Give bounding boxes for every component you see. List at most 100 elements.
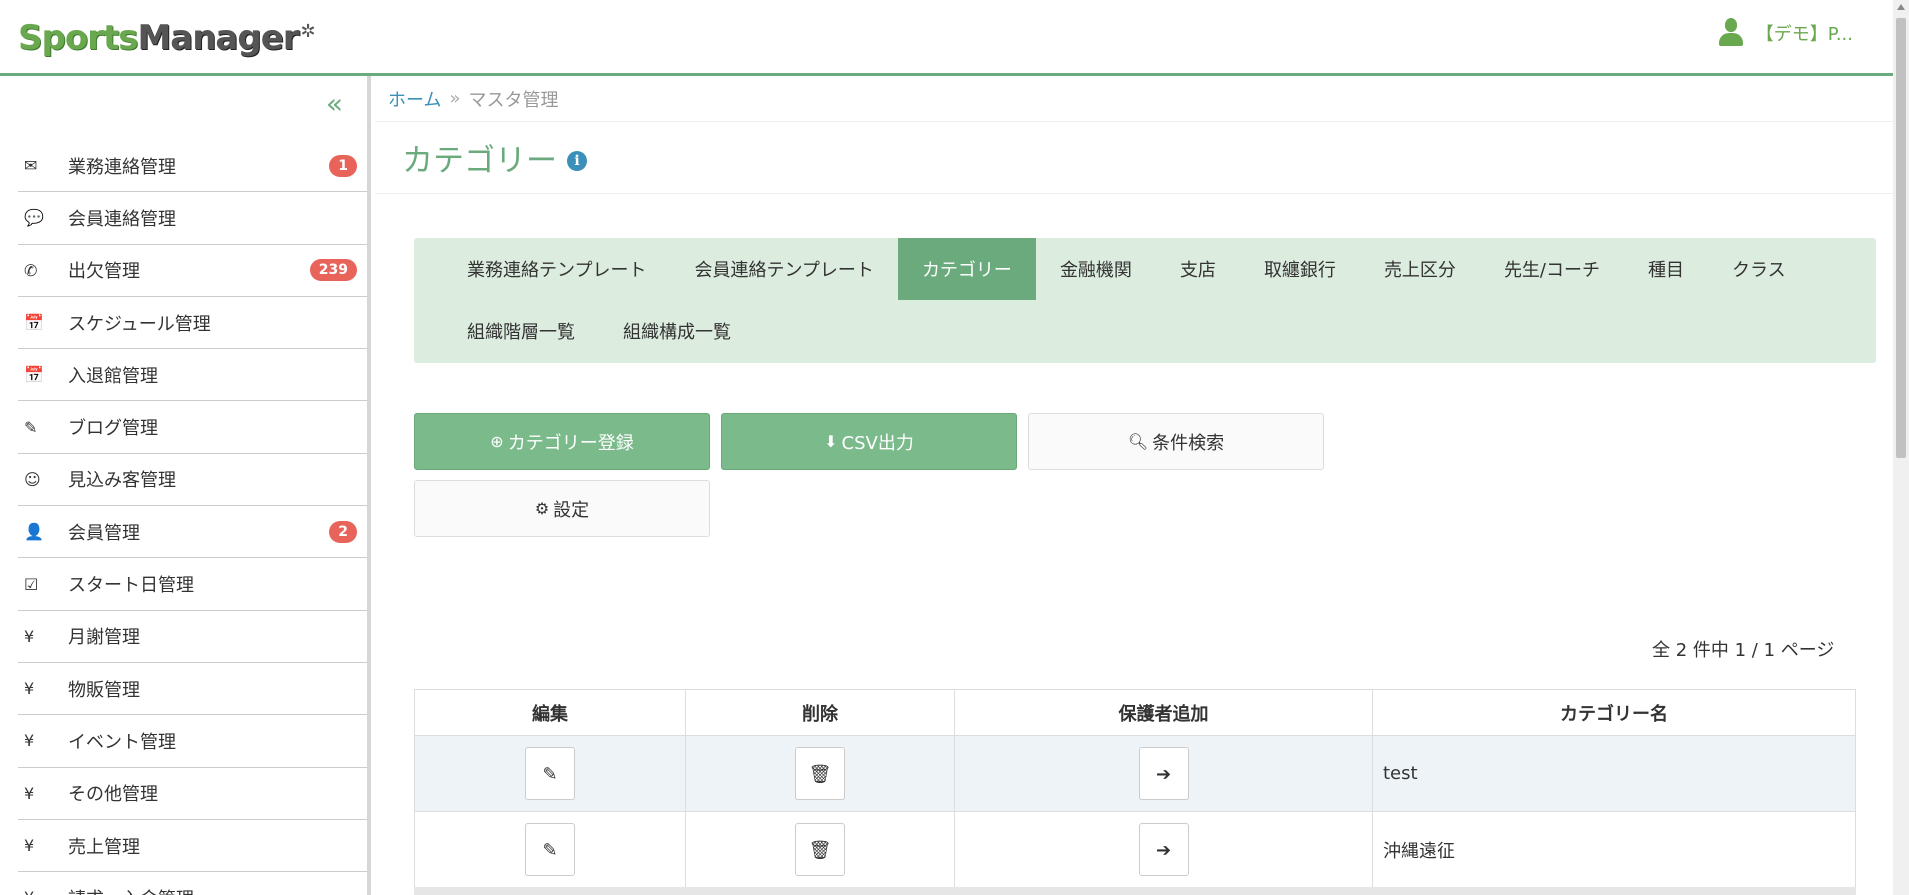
sidebar-item-label: スケジュール管理 — [68, 313, 211, 335]
count-badge: 2 — [329, 520, 357, 543]
page-scrollbar[interactable] — [1893, 0, 1909, 895]
comment-icon: 💬 — [24, 208, 44, 228]
edit-cell: ✎ — [414, 735, 686, 812]
sidebar-item-14[interactable]: ¥請求・入金管理 — [18, 872, 367, 895]
check-square-icon: ☑ — [24, 574, 39, 594]
search-conditions-button[interactable]: 🔍︎ 条件検索 — [1028, 413, 1324, 470]
gear-icon: ⚙ — [534, 499, 550, 518]
breadcrumb-home-link[interactable]: ホーム — [388, 86, 441, 112]
tab-row1-7[interactable]: 先生/コーチ — [1480, 238, 1624, 300]
csv-export-label: CSV出力 — [841, 432, 914, 454]
sidebar-item-3[interactable]: 📅 スケジュール管理 — [18, 297, 367, 350]
app-logo[interactable]: Sports Manager ✲ — [18, 16, 316, 60]
scroll-up-icon[interactable] — [1897, 4, 1905, 10]
sidebar-item-5[interactable]: ✎ ブログ管理 — [18, 401, 367, 454]
settings-button[interactable]: ⚙ 設定 — [414, 480, 710, 537]
tab-row2-1[interactable]: 組織構成一覧 — [599, 300, 755, 362]
sidebar-item-label: 入退館管理 — [68, 365, 158, 387]
sidebar-item-label: 売上管理 — [68, 836, 140, 858]
calendar-icon: 📅 — [24, 313, 44, 333]
yen-icon: ¥ — [24, 731, 35, 751]
user-menu[interactable]: 【デモ】P... — [1718, 18, 1853, 48]
sidebar-item-11[interactable]: ¥ イベント管理 — [18, 715, 367, 768]
download-icon: ⬇ — [824, 432, 838, 451]
user-icon: 👤 — [24, 522, 44, 542]
sidebar-item-label: 物販管理 — [68, 679, 140, 701]
arrow-right-icon[interactable]: ➔ — [1138, 747, 1189, 800]
sidebar-item-label: スタート日管理 — [68, 575, 194, 597]
sidebar-item-label: 業務連絡管理 — [68, 156, 176, 178]
yen-icon: ¥ — [18, 888, 68, 895]
pencil-icon[interactable]: ✎ — [525, 747, 575, 800]
sidebar-item-label: ブログ管理 — [68, 418, 158, 440]
breadcrumb-current: マスタ管理 — [468, 89, 559, 111]
tab-row1-2[interactable]: カテゴリー — [897, 238, 1036, 300]
collapse-sidebar-icon[interactable]: « — [326, 90, 343, 118]
tab-row1-4[interactable]: 支店 — [1156, 238, 1240, 300]
sidebar-item-label: その他管理 — [68, 784, 158, 806]
phone-icon: ✆ — [24, 260, 38, 280]
sidebar-item-13[interactable]: ¥ 売上管理 — [18, 820, 367, 873]
breadcrumb-separator: » — [449, 88, 461, 109]
breadcrumb: ホーム » マスタ管理 — [375, 76, 1893, 122]
yen-icon: ¥ — [24, 783, 35, 803]
settings-label: 設定 — [553, 499, 590, 521]
add-guardian-cell: ➔ — [954, 735, 1373, 812]
master-tabs: 業務連絡テンプレート 会員連絡テンプレート カテゴリー 金融機関 支店 取纏銀行 売上区分先… — [414, 238, 1876, 363]
category-name-cell: test — [1372, 735, 1856, 812]
calendar-icon: 📅 — [24, 365, 44, 385]
tab-row1-8[interactable]: 種目 — [1624, 238, 1708, 300]
sidebar-item-10[interactable]: ¥ 物販管理 — [18, 663, 367, 716]
col-header-category-name: カテゴリー名 — [1372, 689, 1856, 736]
col-header-edit: 編集 — [414, 689, 686, 736]
col-header-delete: 削除 — [685, 689, 955, 736]
register-category-button[interactable]: ⊕ カテゴリー登録 — [414, 413, 710, 470]
table-bottom-edge — [414, 887, 1856, 895]
sidebar-item-9[interactable]: ¥ 月謝管理 — [18, 611, 367, 663]
table-row: ✎ 🗑︎ ➔ 沖縄遠征 — [414, 811, 1856, 888]
sidebar-item-12[interactable]: ¥ その他管理 — [18, 768, 367, 820]
sidebar-item-1[interactable]: 💬 会員連絡管理 — [18, 192, 367, 245]
sidebar-item-label: 会員連絡管理 — [68, 208, 176, 230]
envelope-icon: ✉ — [24, 156, 38, 176]
user-name: 【デモ】P... — [1755, 24, 1853, 45]
delete-cell: 🗑︎ — [685, 735, 955, 812]
page-title: カテゴリー i — [375, 122, 1893, 194]
trash-icon[interactable]: 🗑︎ — [795, 823, 845, 876]
sidebar-item-label: 見込み客管理 — [68, 470, 176, 492]
count-badge: 1 — [329, 154, 357, 177]
pencil-icon: ✎ — [24, 417, 38, 437]
tab-row1-0[interactable]: 業務連絡テンプレート — [461, 238, 670, 300]
tab-row1-1[interactable]: 会員連絡テンプレート — [670, 238, 897, 300]
sidebar-item-8[interactable]: ☑ スタート日管理 — [18, 558, 367, 611]
tab-row2-0[interactable]: 組織階層一覧 — [461, 300, 599, 362]
plus-circle-icon: ⊕ — [490, 432, 504, 451]
sidebar-item-6[interactable]: ☺ 見込み客管理 — [18, 454, 367, 507]
user-icon — [1718, 18, 1744, 48]
tab-row1-6[interactable]: 売上区分 — [1360, 238, 1480, 300]
tab-row1-9[interactable]: クラス — [1708, 238, 1810, 300]
add-guardian-cell: ➔ — [954, 811, 1373, 888]
sidebar-item-label: 会員管理 — [68, 522, 140, 544]
search-conditions-label: 条件検索 — [1152, 432, 1225, 454]
sidebar-item-2[interactable]: ✆ 出欠管理 239 — [18, 245, 367, 297]
logo-gear-icon: ✲ — [300, 20, 316, 42]
tab-row-1: 業務連絡テンプレート 会員連絡テンプレート カテゴリー 金融機関 支店 取纏銀行 売上区分先… — [461, 238, 1876, 300]
tab-row1-5[interactable]: 取纏銀行 — [1240, 238, 1360, 300]
count-badge: 239 — [309, 259, 357, 282]
pencil-icon[interactable]: ✎ — [525, 823, 575, 876]
scrollbar-thumb[interactable] — [1896, 18, 1906, 458]
sidebar-menu: ✉ 業務連絡管理 1 💬 会員連絡管理 ✆ 出欠管理 239 📅 スケジュール管理 📅 入退館管理 ✎ ブ… — [0, 140, 367, 895]
info-icon[interactable]: i — [567, 150, 587, 171]
sidebar-item-0[interactable]: ✉ 業務連絡管理 1 — [18, 140, 367, 193]
page-title-text: カテゴリー — [402, 143, 557, 179]
category-name-cell: 沖縄遠征 — [1372, 811, 1856, 888]
arrow-right-icon[interactable]: ➔ — [1138, 823, 1189, 876]
sidebar-item-7[interactable]: 👤 会員管理 2 — [18, 506, 367, 559]
tab-row1-3[interactable]: 金融機関 — [1036, 238, 1156, 300]
edit-cell: ✎ — [414, 811, 686, 888]
csv-export-button[interactable]: ⬇ CSV出力 — [721, 413, 1017, 470]
trash-icon[interactable]: 🗑︎ — [795, 747, 845, 800]
sidebar-item-4[interactable]: 📅 入退館管理 — [18, 349, 367, 402]
col-header-add-guardian: 保護者追加 — [954, 689, 1373, 736]
